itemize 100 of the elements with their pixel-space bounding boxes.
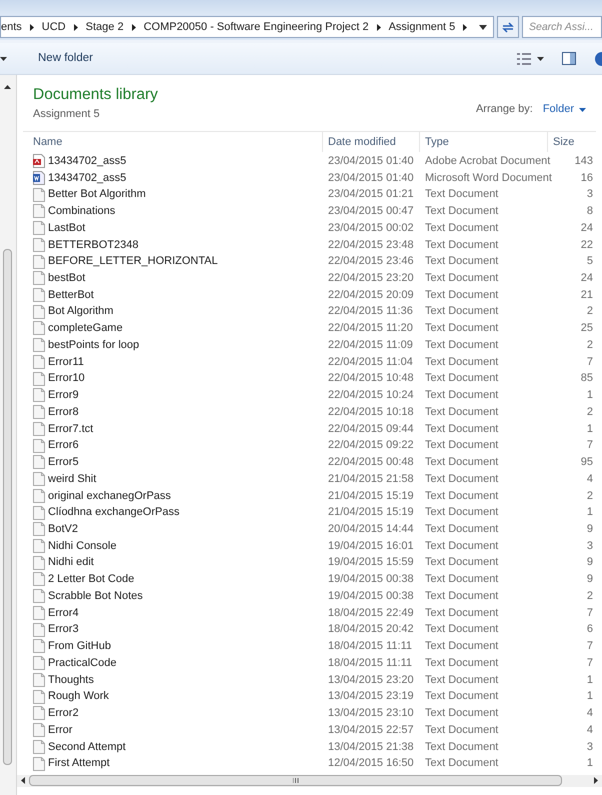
file-name[interactable]: bestPoints for loop [48, 336, 140, 354]
file-name[interactable]: Error6 [48, 437, 79, 454]
dropdown-icon[interactable] [0, 56, 7, 60]
file-name[interactable]: bestBot [48, 270, 86, 286]
size-cell: 2 [586, 338, 593, 351]
dropdown-icon[interactable] [479, 24, 487, 30]
type-cell: Text Document [425, 523, 498, 536]
file-name[interactable]: 2 Letter Bot Code [48, 571, 134, 588]
file-name[interactable]: Bot Algorithm [48, 303, 114, 320]
breadcrumb-item[interactable]: COMP20050 - Software Engineering Project 2 [140, 18, 373, 36]
new-folder-button[interactable]: New folder [30, 46, 101, 70]
file-name[interactable]: LastBot [48, 220, 86, 236]
type-cell: Text Document [425, 238, 498, 251]
date-cell: 22/04/2015 10:48 [328, 372, 414, 384]
text-file-icon [33, 589, 45, 604]
breadcrumb-item[interactable]: UCD [38, 18, 70, 36]
breadcrumb-item[interactable]: ents [1, 18, 26, 36]
file-name[interactable]: 13434702_ass5 [48, 152, 126, 170]
file-name[interactable]: Better Bot Algorithm [48, 186, 146, 203]
file-name[interactable]: Error [48, 722, 72, 738]
type-cell: Text Document [425, 656, 498, 669]
file-name[interactable]: 13434702_ass5 [48, 170, 126, 186]
file-name[interactable]: Error11 [48, 354, 84, 370]
file-name[interactable]: Error2 [48, 705, 79, 722]
file-name[interactable]: BotV2 [48, 521, 78, 538]
size-cell: 3 [586, 188, 593, 200]
breadcrumb-item[interactable]: Stage 2 [82, 18, 128, 36]
text-file-icon [33, 372, 45, 386]
file-name[interactable]: BETTERBOT2348 [48, 236, 138, 254]
text-file-icon [33, 488, 45, 503]
text-file-icon [33, 690, 45, 704]
view-list-icon[interactable] [517, 52, 531, 64]
arrange-dropdown[interactable]: Folder [542, 101, 586, 118]
type-cell: Text Document [425, 606, 498, 619]
text-file-icon [33, 706, 45, 720]
text-file-icon [33, 622, 45, 637]
file-name[interactable]: Nidhi Console [48, 538, 116, 554]
date-cell: 22/04/2015 00:48 [328, 456, 414, 468]
text-file-icon [33, 572, 45, 586]
column-header[interactable]: Name [23, 132, 323, 152]
text-file-icon [33, 388, 45, 402]
text-file-icon [33, 539, 45, 553]
column-header[interactable]: Date modified [323, 132, 420, 152]
scroll-right-arrow-icon[interactable] [594, 777, 598, 784]
breadcrumb-item[interactable]: Assignment 5 [384, 18, 460, 36]
file-name[interactable]: First Attempt [48, 755, 110, 772]
chevron-icon[interactable] [463, 24, 468, 30]
type-cell: Text Document [425, 623, 498, 636]
file-name[interactable]: BEFORE_LETTER_HORIZONTAL [48, 253, 218, 270]
date-cell: 22/04/2015 09:44 [328, 422, 414, 435]
date-cell: 22/04/2015 11:04 [328, 356, 413, 368]
text-file-icon [33, 522, 45, 536]
dropdown-icon[interactable] [537, 56, 544, 60]
file-name[interactable]: From GitHub [48, 638, 111, 655]
date-cell: 23/04/2015 00:47 [328, 205, 414, 218]
file-name[interactable]: Second Attempt [48, 738, 126, 756]
size-cell: 1 [586, 690, 593, 702]
column-header[interactable]: Type [420, 132, 548, 152]
date-cell: 22/04/2015 09:22 [328, 439, 414, 452]
file-name[interactable]: Error8 [48, 404, 79, 420]
file-name[interactable]: Scrabble Bot Notes [48, 588, 143, 604]
file-name[interactable]: Error3 [48, 621, 79, 638]
file-name[interactable]: weird Shit [48, 470, 96, 488]
file-name[interactable]: Clíodhna exchangeOrPass [48, 504, 180, 521]
file-name[interactable]: Rough Work [48, 688, 109, 705]
file-name[interactable]: Thoughts [48, 672, 94, 688]
scroll-up-arrow-icon[interactable] [4, 85, 11, 89]
column-header[interactable]: Size [548, 132, 596, 152]
file-name[interactable]: Combinations [48, 203, 116, 220]
date-cell: 21/04/2015 15:19 [328, 490, 414, 502]
text-file-icon [33, 438, 45, 453]
refresh-button[interactable] [497, 16, 519, 38]
search-field[interactable]: Search Assi... [522, 16, 602, 38]
date-cell: 22/04/2015 11:20 [328, 322, 413, 334]
file-name[interactable]: Error5 [48, 454, 79, 471]
size-cell: 4 [586, 472, 593, 485]
file-name[interactable]: original exchanegOrPass [48, 488, 171, 504]
type-cell: Text Document [425, 356, 498, 368]
address-bar[interactable]: ents UCD Stage 2 COMP20050 - Software Engineering Project 2 Assignment 5 [0, 16, 494, 38]
preview-pane-icon[interactable] [562, 52, 576, 65]
file-name[interactable]: Error10 [48, 370, 85, 387]
chevron-icon[interactable] [74, 24, 78, 30]
chevron-icon[interactable] [376, 24, 381, 30]
type-cell: Text Document [425, 556, 498, 568]
date-cell: 19/04/2015 16:01 [328, 540, 414, 552]
file-name[interactable]: Error7.tct [48, 420, 94, 438]
file-name[interactable]: completeGame [48, 320, 123, 337]
text-file-icon [33, 506, 45, 520]
type-cell: Text Document [425, 188, 498, 200]
scroll-left-arrow-icon[interactable] [21, 777, 25, 784]
chevron-icon[interactable] [132, 24, 136, 30]
file-name[interactable]: BetterBot [48, 286, 94, 304]
file-name[interactable]: Error4 [48, 604, 79, 622]
type-cell: Text Document [425, 757, 498, 770]
file-name[interactable]: PracticalCode [48, 654, 116, 672]
file-name[interactable]: Nidhi edit [48, 554, 94, 571]
file-name[interactable]: Error9 [48, 387, 79, 404]
text-file-icon [33, 254, 45, 269]
chevron-icon[interactable] [30, 24, 34, 30]
size-cell: 95 [580, 456, 593, 468]
